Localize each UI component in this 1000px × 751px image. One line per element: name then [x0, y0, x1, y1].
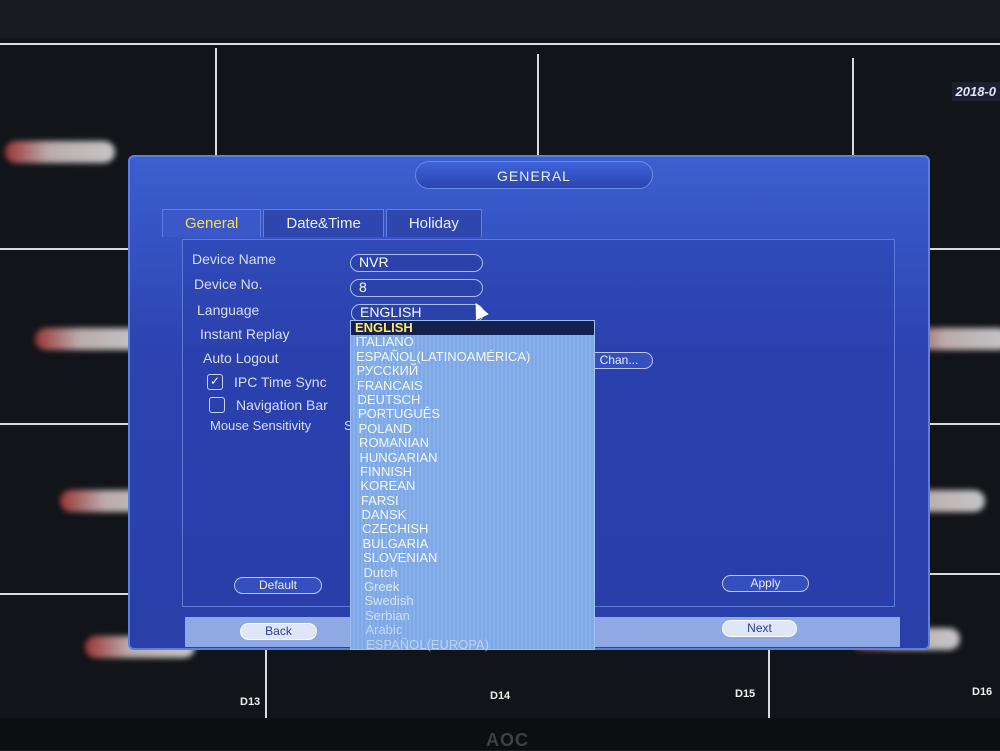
- language-option[interactable]: Swedish: [351, 594, 594, 609]
- next-button[interactable]: Next: [722, 620, 797, 637]
- language-option[interactable]: ESPAÑOL(EUROPA): [351, 637, 594, 652]
- grid-line: [930, 423, 1000, 425]
- grid-line: [0, 43, 1000, 45]
- tab-date-time[interactable]: Date&Time: [263, 209, 384, 237]
- language-option[interactable]: FINNISH: [351, 464, 594, 479]
- grid-line: [265, 648, 267, 718]
- channel-button[interactable]: Chan...: [585, 352, 653, 369]
- device-name-input[interactable]: NVR: [350, 254, 483, 272]
- channel-label: D14: [490, 690, 511, 702]
- language-option[interactable]: ROMANIAN: [351, 435, 594, 450]
- brand-logo: AOC: [486, 730, 529, 750]
- language-option[interactable]: ESPAÑOL(LATINOAMÉRICA): [351, 349, 594, 364]
- language-option[interactable]: Greek: [351, 579, 594, 594]
- navigation-bar-label: Navigation Bar: [236, 397, 328, 413]
- language-option[interactable]: BULGARIA: [351, 536, 594, 551]
- language-option[interactable]: POLAND: [351, 421, 594, 436]
- grid-line: [0, 593, 128, 595]
- language-option[interactable]: KOREAN: [351, 478, 594, 493]
- navigation-bar-checkbox[interactable]: [209, 397, 225, 413]
- back-button[interactable]: Back: [240, 623, 317, 640]
- language-option[interactable]: DANSK: [351, 507, 594, 522]
- default-button[interactable]: Default: [234, 577, 322, 594]
- language-dropdown-list: ENGLISH ITALIANO ESPAÑOL(LATINOAMÉRICA) РУС…: [350, 320, 595, 652]
- device-no-label: Device No.: [194, 276, 263, 292]
- grid-line: [0, 248, 128, 250]
- language-option[interactable]: HUNGARIAN: [351, 450, 594, 465]
- language-option[interactable]: РУССКИЙ: [351, 363, 594, 378]
- tab-general[interactable]: General: [162, 209, 262, 237]
- grid-line: [0, 423, 128, 425]
- language-option[interactable]: Serbian: [351, 608, 594, 623]
- grid-line: [930, 248, 1000, 250]
- language-option[interactable]: PORTUGUÊS: [351, 406, 594, 421]
- device-name-label: Device Name: [192, 251, 277, 267]
- dialog-title: GENERAL: [415, 161, 653, 189]
- language-option[interactable]: CZECHISH: [351, 522, 594, 537]
- grid-line: [930, 573, 1000, 575]
- timestamp: 2018-0: [951, 82, 1000, 101]
- grid-line: [768, 638, 770, 718]
- tab-holiday[interactable]: Holiday: [385, 209, 482, 237]
- language-option[interactable]: ITALIANO: [351, 334, 594, 349]
- mouse-sensitivity-label: Mouse Sensitivity: [210, 418, 312, 433]
- language-option[interactable]: Dutch: [351, 565, 594, 580]
- language-option[interactable]: Arabic: [351, 622, 594, 637]
- blurred-camera-label: [5, 141, 115, 163]
- ipc-time-sync-label: IPC Time Sync: [234, 374, 327, 390]
- language-option[interactable]: FRANCAIS: [351, 378, 594, 393]
- language-option[interactable]: SLOVENIAN: [351, 550, 594, 565]
- channel-label: D13: [240, 696, 261, 708]
- device-no-input[interactable]: 8: [350, 279, 483, 297]
- language-label: Language: [197, 302, 260, 318]
- channel-label: D16: [972, 686, 993, 698]
- ipc-time-sync-checkbox[interactable]: ✓: [207, 374, 223, 390]
- apply-button[interactable]: Apply: [722, 575, 809, 592]
- language-option[interactable]: FARSI: [351, 493, 594, 508]
- tab-bar: General Date&Time Holiday: [162, 209, 484, 237]
- auto-logout-label: Auto Logout: [203, 350, 279, 366]
- instant-replay-label: Instant Replay: [200, 326, 290, 342]
- language-option[interactable]: DEUTSCH: [351, 392, 594, 407]
- channel-label: D15: [735, 688, 756, 700]
- language-option[interactable]: ENGLISH: [351, 320, 594, 336]
